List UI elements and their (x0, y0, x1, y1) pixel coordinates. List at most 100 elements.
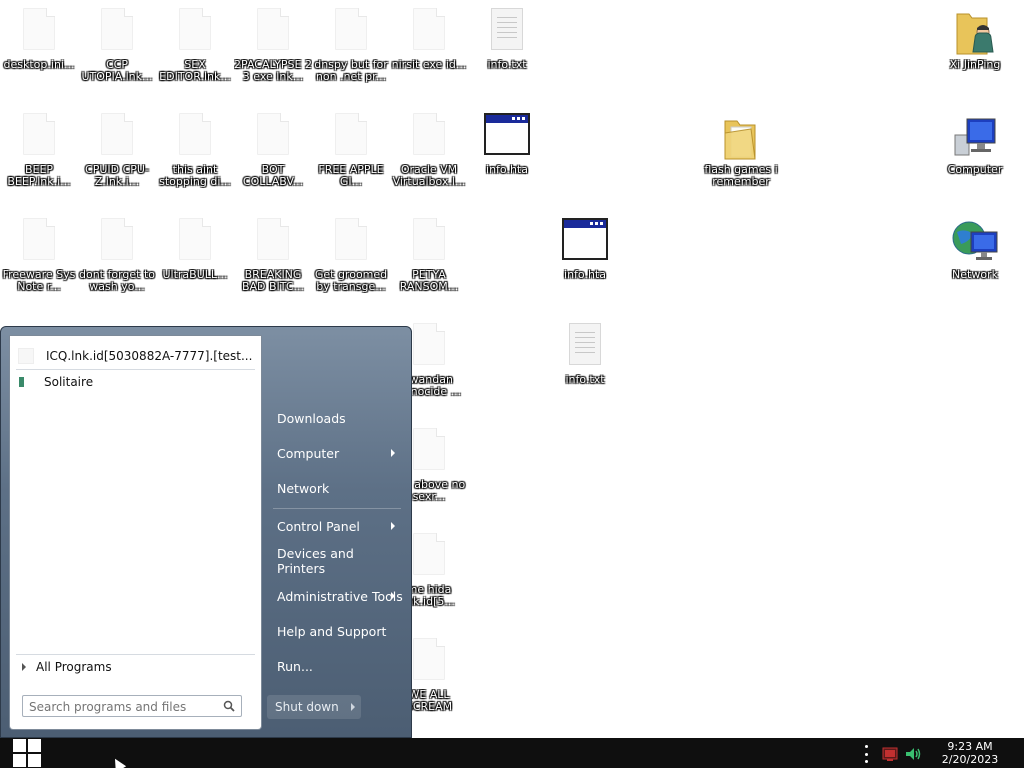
shutdown-button[interactable]: Shut down (267, 695, 361, 719)
desktop-icon-nirsit[interactable]: nirsit exe id... (390, 0, 468, 90)
start-menu: ICQ.lnk.id[5030882A-7777].[test... Solit… (0, 326, 412, 738)
desktop-icon-computer[interactable]: Computer (936, 105, 1014, 195)
start-item-label: Administrative Tools (277, 588, 403, 604)
desktop-icon-get-groomed[interactable]: Get groomed by transge... (312, 210, 390, 300)
desktop-icon-label: BREAKING BAD BITC... (241, 269, 305, 293)
text-file-icon (491, 8, 523, 50)
search-input[interactable] (27, 697, 211, 717)
desktop-icon-ultrabull[interactable]: UltraBULL... (156, 210, 234, 300)
file-icon (413, 218, 445, 260)
start-item-label: Run... (277, 658, 313, 674)
clock-date: 2/20/2023 (941, 753, 999, 766)
text-file-icon (569, 323, 601, 365)
volume-icon[interactable] (904, 746, 922, 766)
desktop-icon-label: CCP UTOPIA.lnk... (81, 59, 153, 83)
search-box[interactable] (22, 695, 242, 717)
desktop-icon-label: Freeware Sys Note r... (2, 269, 76, 293)
desktop-icon-network[interactable]: Network (936, 210, 1014, 300)
file-icon (413, 323, 445, 365)
desktop-icon-flash-games[interactable]: flash games i remember (702, 105, 780, 195)
desktop-icon-label: info.hta (486, 164, 528, 176)
desktop-icon-label: flash games i remember (704, 164, 778, 188)
start-item-devices-printers[interactable]: Devices and Printers (269, 546, 403, 576)
all-programs-button[interactable]: All Programs (9, 655, 262, 679)
divider (273, 508, 401, 509)
start-item-label: Computer (277, 445, 340, 461)
desktop-icon-cpuid[interactable]: CPUID CPU-Z.lnk.i... (78, 105, 156, 195)
chevron-right-icon (391, 592, 395, 600)
desktop-icon-desktop-ini[interactable]: desktop.ini... (0, 0, 78, 90)
blank-file-icon (18, 348, 34, 364)
desktop-icon-sex-editor[interactable]: SEX EDITOR.lnk... (156, 0, 234, 90)
search-icon[interactable] (223, 700, 235, 712)
file-icon (413, 8, 445, 50)
desktop-icon-info-hta-2[interactable]: info.hta (546, 210, 624, 300)
file-icon (23, 218, 55, 260)
desktop-icon-petya[interactable]: PETYA RANSOM... (390, 210, 468, 300)
desktop-icon-label: BOT COLLABV... (242, 164, 304, 188)
windows-logo-icon (13, 739, 41, 767)
program-item-icq[interactable]: ICQ.lnk.id[5030882A-7777].[test... (10, 344, 261, 368)
desktop-icon-label: PETYA RANSOM... (399, 269, 459, 293)
desktop-icon-label: nirsit exe id... (391, 59, 467, 71)
file-icon (335, 113, 367, 155)
file-icon (257, 113, 289, 155)
file-icon (179, 218, 211, 260)
desktop-icon-dnspy[interactable]: dnspy but for non .net pr... (312, 0, 390, 90)
desktop-icon-info-txt-2[interactable]: info.txt (546, 315, 624, 405)
all-programs-label: All Programs (36, 660, 112, 674)
desktop-icon-label: desktop.ini... (3, 59, 75, 71)
start-item-label: Help and Support (277, 623, 387, 639)
start-item-downloads[interactable]: Downloads (269, 404, 403, 432)
desktop-icon-freeware-sys-note[interactable]: Freeware Sys Note r... (0, 210, 78, 300)
desktop-icon-beep-beep[interactable]: BEEP BEEP.lnk.i... (0, 105, 78, 195)
shutdown-options-arrow-icon[interactable] (351, 703, 355, 711)
desktop-icon-label: Xi JinPing (949, 59, 1001, 71)
desktop-icon-bot-collab[interactable]: BOT COLLABV... (234, 105, 312, 195)
file-icon (101, 113, 133, 155)
application-window-icon (562, 218, 608, 260)
start-item-label: Network (277, 480, 330, 496)
user-folder-icon (956, 13, 994, 55)
desktop-icon-this-aint-stopping[interactable]: this aint stopping di... (156, 105, 234, 195)
start-item-control-panel[interactable]: Control Panel (269, 512, 403, 540)
desktop-icon-virtualbox[interactable]: Oracle VM Virtualbox.l... (390, 105, 468, 195)
desktop-icon-user-folder[interactable]: Xi JinPing (936, 0, 1014, 90)
desktop-icon-info-txt[interactable]: info.txt (468, 0, 546, 90)
desktop-icon-2pacalypse[interactable]: 2PACALYPSE 2 3 exe lnk... (234, 0, 312, 90)
start-item-run[interactable]: Run... (269, 652, 403, 680)
desktop-icon-info-hta[interactable]: info.hta (468, 105, 546, 195)
file-icon (335, 8, 367, 50)
start-item-network[interactable]: Network (269, 474, 403, 502)
solitaire-icon (18, 375, 32, 389)
desktop-icon-label: Get groomed by transge... (314, 269, 388, 293)
folder-icon (724, 120, 756, 160)
tray-overflow-button[interactable] (860, 745, 872, 763)
file-icon (179, 8, 211, 50)
application-window-icon (484, 113, 530, 155)
desktop-icon-breaking-bad[interactable]: BREAKING BAD BITC... (234, 210, 312, 300)
desktop-icon-dont-forget[interactable]: dont forget to wash yo... (78, 210, 156, 300)
clock[interactable]: 9:23 AM 2/20/2023 (930, 740, 1010, 766)
file-icon (101, 8, 133, 50)
chevron-right-icon (391, 522, 395, 530)
desktop-icon-label: Network (952, 269, 998, 281)
file-icon (413, 533, 445, 575)
start-item-administrative-tools[interactable]: Administrative Tools (269, 582, 403, 610)
desktop-icon-label: Oracle VM Virtualbox.l... (392, 164, 466, 188)
program-item-solitaire[interactable]: Solitaire (10, 370, 261, 394)
start-button[interactable] (8, 739, 46, 767)
file-icon (23, 8, 55, 50)
start-item-help-support[interactable]: Help and Support (269, 617, 403, 645)
start-item-computer[interactable]: Computer (269, 439, 403, 467)
clock-time: 9:23 AM (947, 740, 993, 753)
desktop-icon-ccp-utopia[interactable]: CCP UTOPIA.lnk... (78, 0, 156, 90)
network-icon (952, 221, 998, 260)
desktop-icon-free-apple[interactable]: FREE APPLE GI... (312, 105, 390, 195)
desktop-icon-label: this aint stopping di... (159, 164, 231, 188)
desktop-icon-label: SEX EDITOR.lnk... (159, 59, 231, 83)
desktop-icon-label: CPUID CPU-Z.lnk.i... (85, 164, 149, 188)
shutdown-label: Shut down (275, 700, 339, 714)
search-area (9, 679, 262, 730)
network-warning-icon[interactable] (882, 746, 900, 766)
